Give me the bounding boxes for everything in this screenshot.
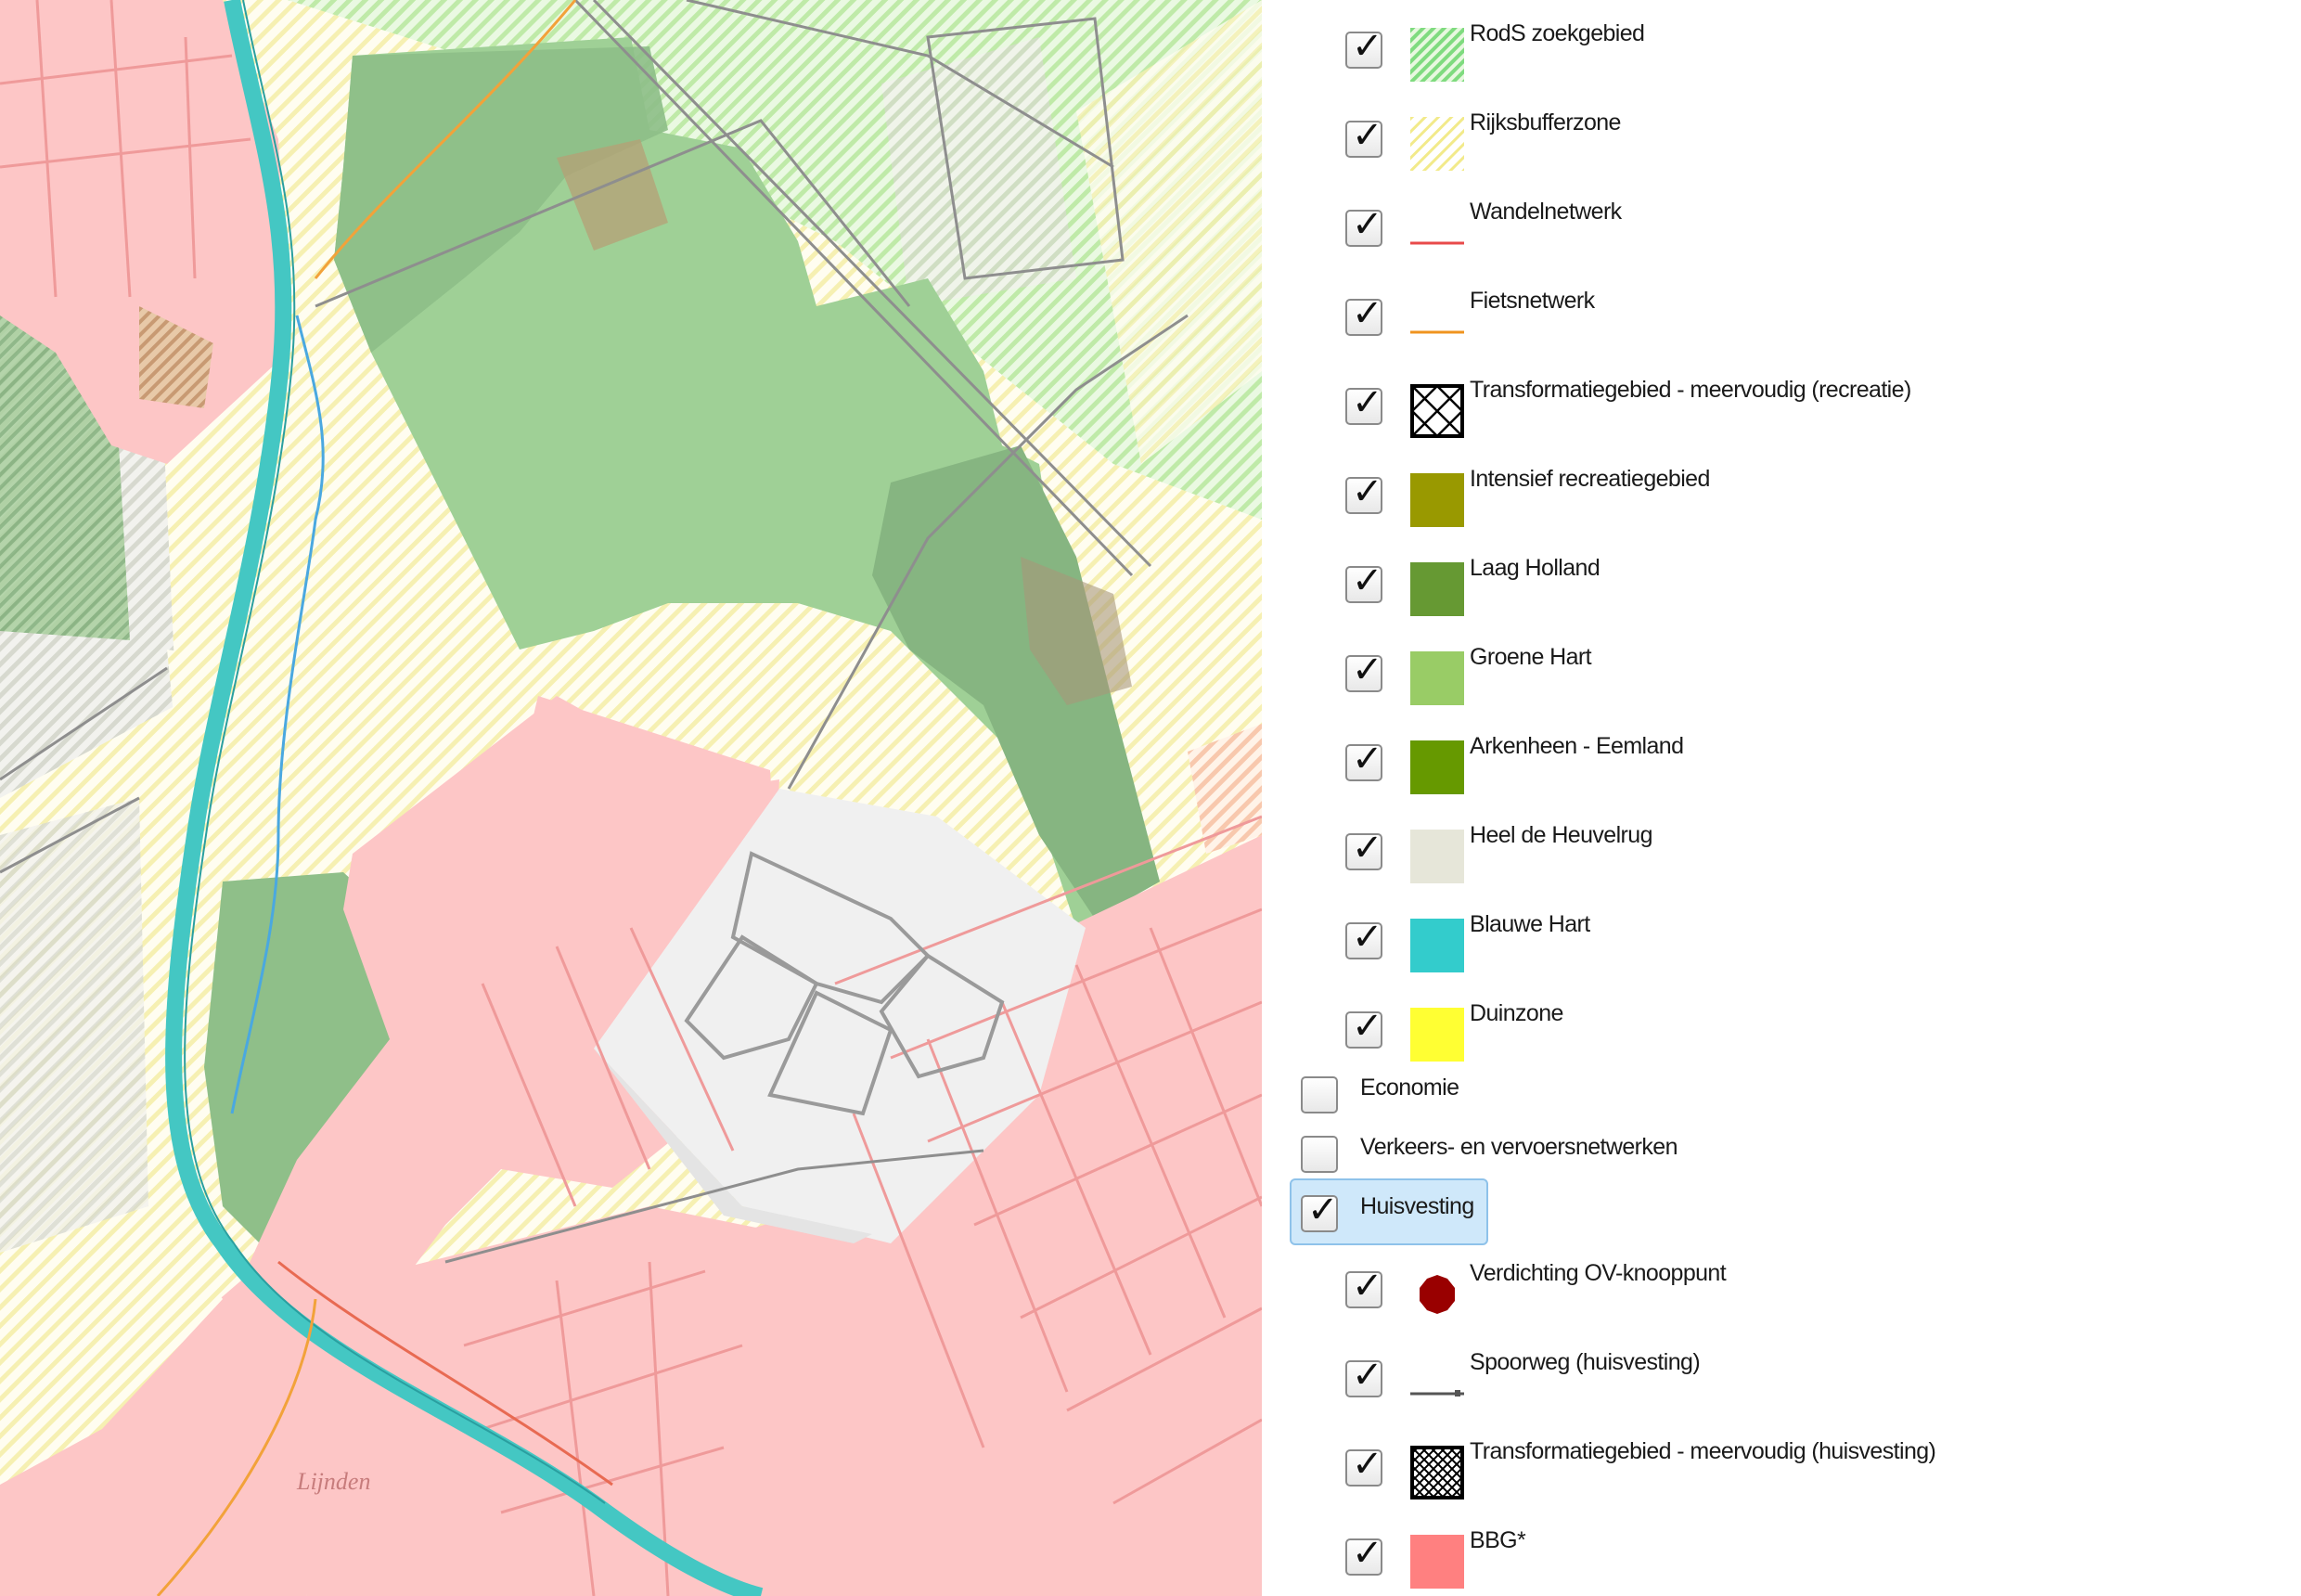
legend-label: Rijksbufferzone <box>1470 109 1621 135</box>
layer-checkbox[interactable]: ✓ <box>1345 651 1383 692</box>
map-canvas: Lijnden <box>0 0 1262 1596</box>
layer-checkbox[interactable]: ✓ <box>1345 384 1383 425</box>
legend-group-label: Verkeers- en vervoersnetwerken <box>1360 1134 1678 1160</box>
layer-checkbox[interactable]: ✓ <box>1345 28 1383 69</box>
layer-checkbox[interactable]: ✓ <box>1345 1446 1383 1487</box>
layer-checkbox[interactable]: ✓ <box>1345 919 1383 959</box>
layer-checkbox[interactable]: ✓ <box>1345 562 1383 603</box>
legend-label: Wandelnetwerk <box>1470 199 1622 225</box>
group-checkbox[interactable]: ✓ <box>1301 1191 1339 1232</box>
fill-swatch-icon <box>1410 919 1464 972</box>
fill-swatch-icon <box>1410 1008 1464 1062</box>
fill-swatch-icon <box>1410 473 1464 527</box>
legend-label: Intensief recreatiegebied <box>1470 466 1710 492</box>
map-view[interactable]: Lijnden <box>0 0 1262 1596</box>
legend-label: Duinzone <box>1470 1000 1563 1026</box>
group-checkbox[interactable] <box>1301 1076 1338 1113</box>
fill-swatch-icon <box>1410 562 1464 616</box>
legend-label: Heel de Heuvelrug <box>1470 822 1652 848</box>
legend-label: Blauwe Hart <box>1470 911 1590 937</box>
fill-swatch-icon <box>1410 1535 1464 1589</box>
rail-line-icon <box>1410 1390 1464 1396</box>
layer-checkbox[interactable]: ✓ <box>1345 206 1383 247</box>
layer-checkbox[interactable]: ✓ <box>1345 1357 1383 1397</box>
legend-group-label: Huisvesting <box>1360 1193 1474 1219</box>
fill-swatch-icon <box>1410 651 1464 705</box>
layer-checkbox[interactable]: ✓ <box>1345 473 1383 514</box>
legend-label: Fietsnetwerk <box>1470 288 1595 314</box>
fill-swatch-icon <box>1410 830 1464 883</box>
legend-panel: ✓ RodS zoekgebied ✓ Rijksbufferzone ✓ Wa… <box>1262 0 2301 1596</box>
cross-hatch-swatch-icon <box>1410 384 1464 438</box>
legend-group-label: Economie <box>1360 1075 1459 1100</box>
group-checkbox[interactable] <box>1301 1136 1338 1173</box>
layer-checkbox[interactable]: ✓ <box>1345 117 1383 158</box>
layer-checkbox[interactable]: ✓ <box>1345 1008 1383 1049</box>
legend-label: Transformatiegebied - meervoudig (huisve… <box>1470 1438 1936 1464</box>
fill-swatch-icon <box>1410 740 1464 794</box>
dense-cross-hatch-swatch-icon <box>1410 1446 1464 1499</box>
legend-label: RodS zoekgebied <box>1470 20 1645 46</box>
legend-label: Verdichting OV-knooppunt <box>1470 1260 1727 1286</box>
green-hatch-swatch-icon <box>1410 28 1464 82</box>
place-label: Lijnden <box>296 1468 370 1495</box>
layer-checkbox[interactable]: ✓ <box>1345 740 1383 781</box>
layer-checkbox[interactable]: ✓ <box>1345 1535 1383 1576</box>
layer-checkbox[interactable]: ✓ <box>1345 1268 1383 1308</box>
legend-label: Spoorweg (huisvesting) <box>1470 1349 1701 1375</box>
legend-label: Transformatiegebied - meervoudig (recrea… <box>1470 377 1911 403</box>
yellow-hatch-swatch-icon <box>1410 117 1464 171</box>
orange-line-swatch-icon <box>1410 330 1464 334</box>
legend-label: Laag Holland <box>1470 555 1600 581</box>
red-dot-icon <box>1420 1275 1455 1314</box>
red-line-swatch-icon <box>1410 241 1464 245</box>
layer-checkbox[interactable]: ✓ <box>1345 830 1383 870</box>
legend-label: Groene Hart <box>1470 644 1592 670</box>
legend-label: Arkenheen - Eemland <box>1470 733 1684 759</box>
layer-checkbox[interactable]: ✓ <box>1345 295 1383 336</box>
legend-label: BBG* <box>1470 1527 1526 1553</box>
